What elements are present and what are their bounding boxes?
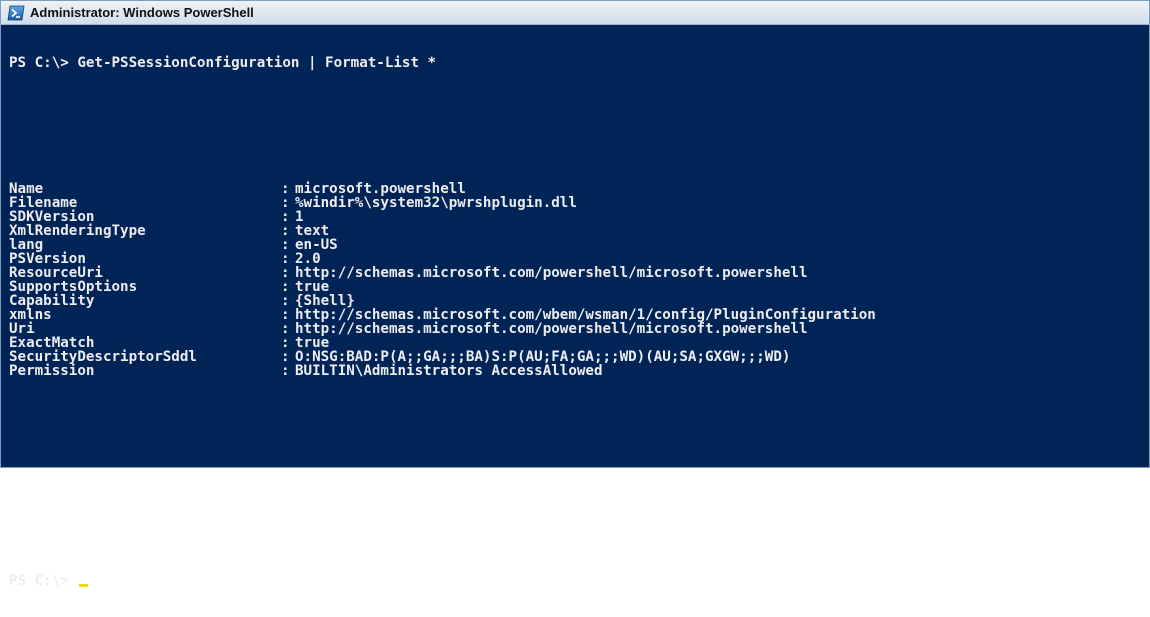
property-row: Permission: BUILTIN\Administrators Access… — [9, 364, 1141, 378]
property-separator: : — [281, 363, 290, 379]
property-name: SecurityDescriptorSddl — [9, 349, 197, 365]
property-name: PSVersion — [9, 251, 86, 267]
property-name: SDKVersion — [9, 209, 95, 225]
property-value: http://schemas.microsoft.com/powershell/… — [295, 321, 808, 337]
property-separator: : — [281, 223, 290, 239]
property-value: BUILTIN\Administrators AccessAllowed — [295, 363, 603, 379]
command-line: PS C:\> Get-PSSessionConfiguration | For… — [9, 55, 437, 71]
property-row: XmlRenderingType: text — [9, 224, 1141, 238]
property-name: Filename — [9, 195, 78, 211]
property-separator: : — [281, 181, 290, 197]
property-row: xmlns: http://schemas.microsoft.com/wbem/… — [9, 308, 1141, 322]
powershell-window: Administrator: Windows PowerShell PS C:\… — [0, 0, 1150, 588]
property-row: SupportsOptions: true — [9, 280, 1141, 294]
property-name: SupportsOptions — [9, 279, 138, 295]
powershell-icon — [7, 5, 25, 21]
prompt-text: PS C:\> — [9, 573, 69, 589]
property-row: lang: en-US — [9, 238, 1141, 252]
property-separator: : — [281, 293, 290, 309]
property-name: XmlRenderingType — [9, 223, 146, 239]
text-cursor — [79, 584, 89, 587]
property-separator: : — [281, 307, 290, 323]
property-row: Capability: {Shell} — [9, 294, 1141, 308]
property-row: PSVersion:2.0 — [9, 252, 1141, 266]
title-bar[interactable]: Administrator: Windows PowerShell — [1, 1, 1149, 25]
property-row: SDKVersion:1 — [9, 210, 1141, 224]
property-row: Name: microsoft.powershell — [9, 182, 1141, 196]
property-name: lang — [9, 237, 44, 253]
property-separator: : — [281, 195, 290, 211]
window-title: Administrator: Windows PowerShell — [30, 5, 254, 20]
property-name: ExactMatch — [9, 335, 95, 351]
property-separator: : — [281, 349, 290, 365]
console-output[interactable]: PS C:\> Get-PSSessionConfiguration | For… — [9, 28, 1141, 588]
prompt-line[interactable]: PS C:\> — [9, 574, 1141, 588]
property-row: Filename: %windir%\system32\pwrshplugin.d… — [9, 196, 1141, 210]
property-separator: : — [281, 265, 290, 281]
property-value: http://schemas.microsoft.com/powershell/… — [295, 265, 808, 281]
property-separator: : — [281, 335, 290, 351]
property-separator: : — [281, 251, 290, 267]
property-name: Capability — [9, 293, 95, 309]
property-name: ResourceUri — [9, 265, 103, 281]
property-separator: : — [281, 237, 290, 253]
property-name: Uri — [9, 321, 35, 337]
property-row: ResourceUri: http://schemas.microsoft.com… — [9, 266, 1141, 280]
property-separator: : — [281, 209, 290, 225]
property-value: %windir%\system32\pwrshplugin.dll — [295, 195, 577, 211]
property-list: Name: microsoft.powershell Filename: %windi… — [9, 182, 1141, 378]
property-row: SecurityDescriptorSddl: O:NSG:BAD:P(A;;GA… — [9, 350, 1141, 364]
property-row: ExactMatch: true — [9, 336, 1141, 350]
property-row: Uri: http://schemas.microsoft.com/powersh… — [9, 322, 1141, 336]
property-separator: : — [281, 321, 290, 337]
property-name: Name — [9, 181, 44, 197]
property-name: xmlns — [9, 307, 52, 323]
property-separator: : — [281, 279, 290, 295]
property-name: Permission — [9, 363, 95, 379]
